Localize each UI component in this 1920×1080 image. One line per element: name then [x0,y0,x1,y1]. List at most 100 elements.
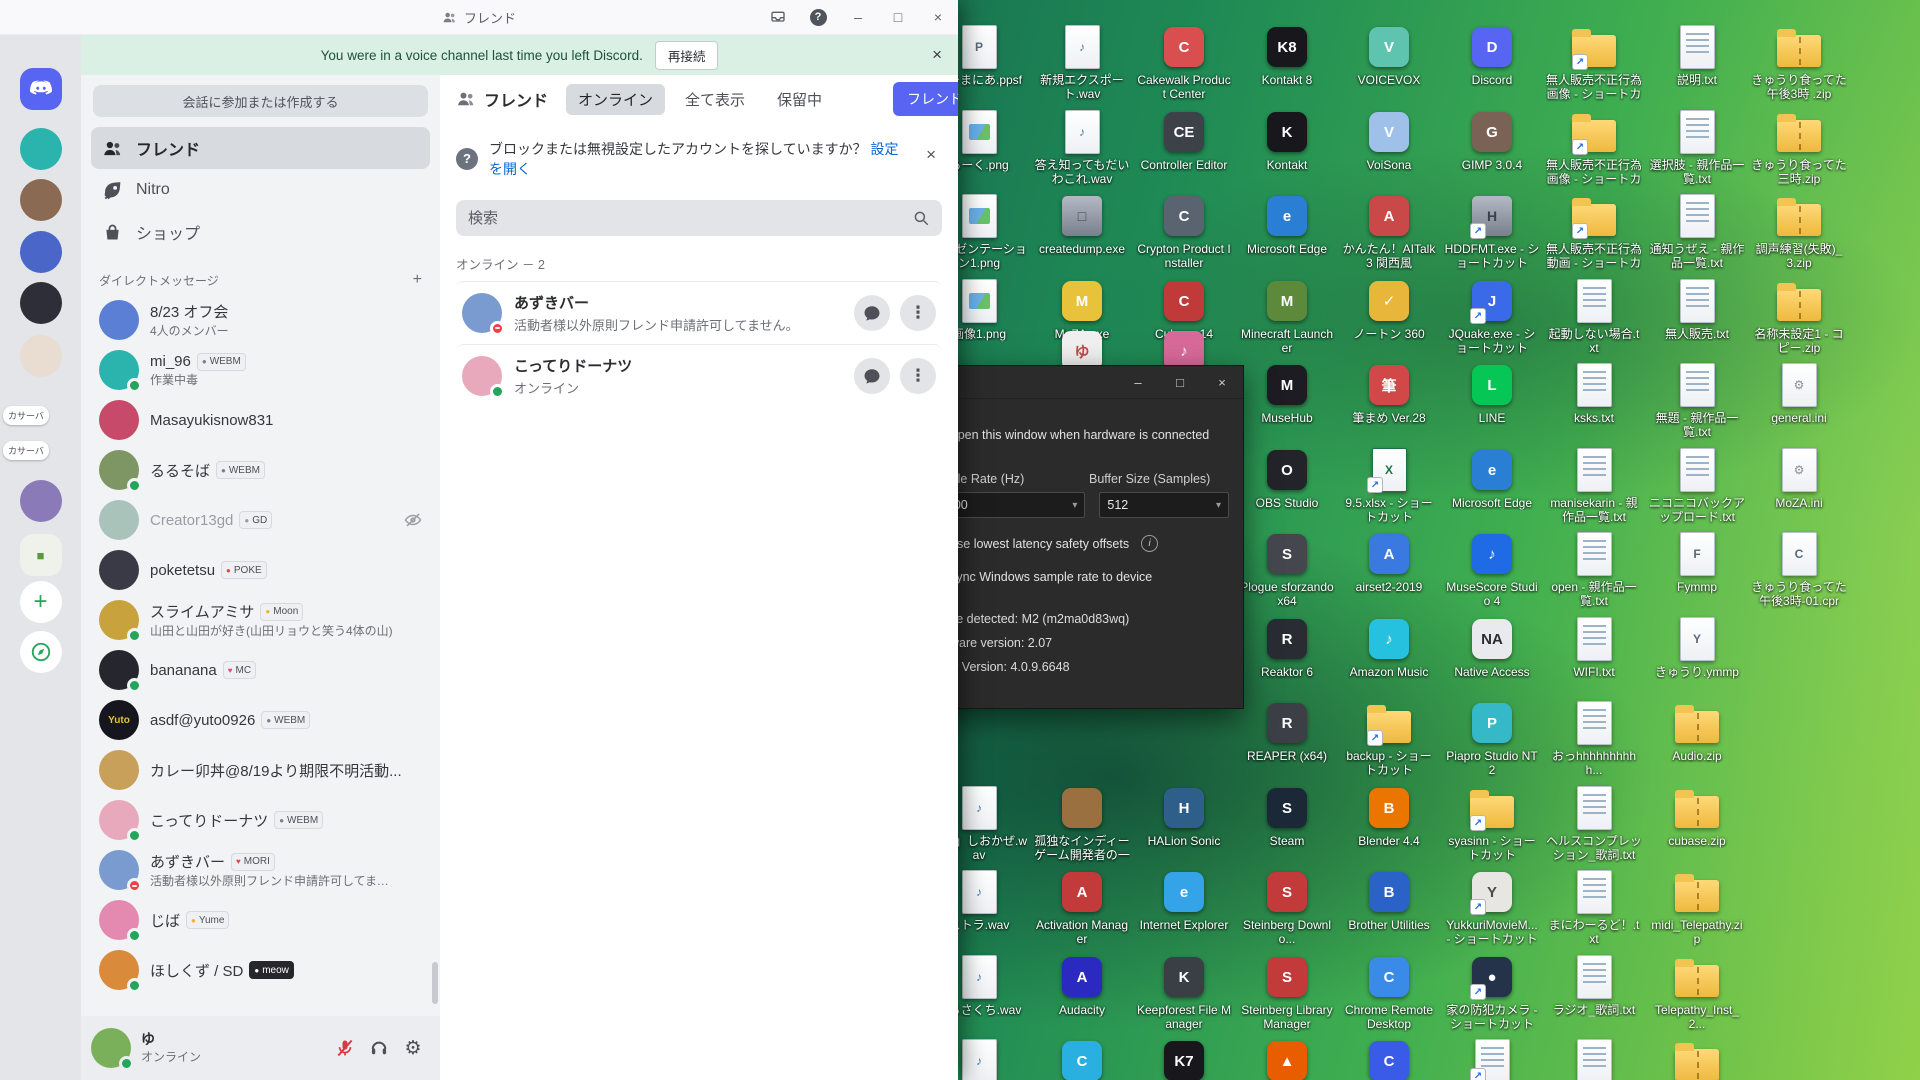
dm-list-item[interactable]: こってりドーナツ●WEBM [91,795,430,845]
desktop-icon[interactable]: VVOICEVOX [1341,25,1437,87]
desktop-icon[interactable]: VVoiSona [1341,110,1437,172]
avatar[interactable] [91,1028,131,1068]
sidebar-item-shop[interactable]: ショップ [91,211,430,253]
desktop-icon[interactable]: MMuseHub [1239,363,1335,425]
more-button[interactable]: ⋮ [900,358,936,394]
eye-slash-icon[interactable] [404,511,422,529]
desktop-icon[interactable]: ♪答え知ってもだいわこれ.wav [1034,110,1130,187]
discord-home-button[interactable] [20,68,62,110]
desktop-icon[interactable]: □createdump.exe [1034,194,1130,256]
desktop-icon[interactable]: 孤独なインディーゲーム開発者の一生... [1034,786,1130,864]
desktop-icon[interactable]: AActivation Manager [1034,870,1130,947]
desktop-icon[interactable]: 筆筆まめ Ver.28 [1341,363,1437,425]
desktop-icon[interactable]: PPiapro Studio NT2 [1444,701,1540,778]
desktop-icon[interactable]: ↗万引きメモ.txt - ショートカット [1444,1039,1540,1080]
dm-list-item[interactable]: スライムアミサ●Moon山田と山田が好き(山田リョウと笑う4体の山) [91,595,430,645]
desktop-icon[interactable]: KKeepforest File Manager [1136,955,1232,1032]
message-button[interactable] [854,358,890,394]
desktop-icon[interactable]: SPlogue sforzando x64 [1239,532,1335,609]
dm-list-item[interactable]: あずきバー♥MORI活動者様以外原則フレンド申請許可してません。 [91,845,430,895]
dialog-close-button[interactable]: × [1201,366,1243,398]
desktop-icon[interactable]: H↗HDDFMT.exe - ショートカット [1444,194,1540,271]
server-avatar[interactable] [20,480,62,522]
desktop-icon[interactable]: eInternet Explorer [1136,870,1232,932]
dm-list-item[interactable]: 8/23 オフ会4人のメンバー [91,295,430,345]
desktop-icon[interactable]: ↗backup - ショートカット [1341,701,1437,778]
desktop-icon[interactable]: 通知うぜえ - 親作品一覧.txt [1649,194,1745,271]
desktop-icon[interactable]: X↗9.5.xlsx - ショートカット [1341,448,1437,525]
friend-row[interactable]: こってりドーナツオンライン⋮ [456,344,942,407]
desktop-icon[interactable]: ↗無人販売不正行為動画 - ショートカット [1546,194,1642,272]
dm-list-item[interactable]: ほしくず / SD●meow [91,945,430,995]
desktop-icon[interactable]: RREAPER (x64) [1239,701,1335,763]
desktop-icon[interactable]: HHALion Sonic [1136,786,1232,848]
desktop-icon[interactable]: ↗syasinn - ショートカット [1444,786,1540,863]
desktop-icon[interactable]: ♪新規エクスポート.wav [1034,25,1130,102]
friend-row[interactable]: あずきバー活動者様以外原則フレンド申請許可してません。⋮ [456,281,942,344]
desktop-icon[interactable]: Telepathy_Inst_2... [1649,955,1745,1032]
desktop-icon[interactable]: K7Kontakt 7 [1136,1039,1232,1080]
desktop-icon[interactable]: GGIMP 3.0.4 [1444,110,1540,172]
message-button[interactable] [854,295,890,331]
desktop-icon[interactable]: CCakewalk Product Center [1136,25,1232,102]
dialog-maximize-button[interactable]: □ [1159,366,1201,398]
dialog-minimize-button[interactable]: – [1117,366,1159,398]
create-dm-icon[interactable]: + [413,271,422,289]
desktop-icon[interactable]: eMicrosoft Edge [1444,448,1540,510]
desktop-icon[interactable]: 起動しない場合.txt [1546,279,1642,356]
mic-muted-icon[interactable] [328,1031,362,1065]
desktop-icon[interactable]: CCrypton Product Installer [1136,194,1232,271]
desktop-icon[interactable]: 名称未設定1 - コピー.zip [1751,279,1847,356]
desktop-icon[interactable]: まにわーるど！.txt [1546,870,1642,947]
dm-list-item[interactable]: mi_96●WEBM作業中毒 [91,345,430,395]
desktop-icon[interactable]: ↗無人販売不正行為画像 - ショートカッ... [1546,25,1642,103]
desktop-icon[interactable]: BBlender 4.4 [1341,786,1437,848]
notice-close-icon[interactable]: × [926,143,936,168]
desktop-icon[interactable]: ヘルスコンプレッション_歌詞.txt [1546,786,1642,863]
desktop-icon[interactable]: 説明.txt [1649,25,1745,87]
desktop-icon[interactable]: ▲VLC media player [1239,1039,1335,1080]
server-avatar[interactable] [20,231,62,273]
desktop-icon[interactable]: AAudacity [1034,955,1130,1017]
desktop-icon[interactable]: ✓ノートン 360 [1341,279,1437,341]
dm-list-item[interactable]: るるそば●WEBM [91,445,430,495]
gear-icon[interactable]: ⚙ [396,1031,430,1065]
desktop-icon[interactable]: 選択肢 - 親作品一覧.txt [1649,110,1745,187]
desktop-icon[interactable]: ↗無人販売不正行為画像 - ショートカット [1546,110,1642,188]
server-avatar[interactable] [20,282,62,324]
desktop-icon[interactable]: ksks.txt [1546,363,1642,425]
desktop-icon[interactable]: MMinecraft Launcher [1239,279,1335,356]
desktop-icon[interactable]: きゅうり食ってた午後3時 .zip [1751,25,1847,102]
desktop-icon[interactable]: BBrother Utilities [1341,870,1437,932]
desktop-icon[interactable]: cubase.zip [1649,786,1745,848]
dm-list-item[interactable]: Yutoasdf@yuto0926●WEBM [91,695,430,745]
desktop-icon[interactable]: ニコニコバックアップロード.txt [1649,448,1745,525]
desktop-icon[interactable]: LLINE [1444,363,1540,425]
desktop-icon[interactable]: きゅうり食ってた三時.zip [1751,110,1847,187]
dm-list-item[interactable]: カレー卯丼@8/19より期限不明活動... [91,745,430,795]
desktop-icon[interactable]: おっhhhhhhhhhh... [1546,701,1642,778]
desktop-icon[interactable]: J↗JQuake.exe - ショートカット [1444,279,1540,356]
join-or-create-button[interactable]: 会話に参加または作成する [93,85,428,117]
dm-list-item[interactable]: じば●Yume [91,895,430,945]
desktop-icon[interactable]: WIFI.txt [1546,617,1642,679]
desktop-icon[interactable]: CCakewalk Next [1034,1039,1130,1080]
desktop-icon[interactable]: FFymmp [1649,532,1745,594]
explore-servers-button[interactable] [20,631,62,673]
desktop-icon[interactable]: DDiscord [1444,25,1540,87]
desktop-icon[interactable]: ⚙general.ini [1751,363,1847,425]
sidebar-item-friends[interactable]: フレンド [91,127,430,169]
buffer-size-dropdown[interactable]: 512 ▾ [1099,492,1229,518]
banner-close-icon[interactable]: × [932,45,942,65]
desktop-icon[interactable]: KKontakt [1239,110,1335,172]
desktop-icon[interactable]: ♪MuseScore Studio 4 [1444,532,1540,609]
desktop-icon[interactable]: ラジオ_歌詞.txt [1546,955,1642,1017]
add-friend-button[interactable]: フレンドに追加 [893,82,958,116]
desktop-icon[interactable]: open - 親作品一覧.txt [1546,532,1642,609]
desktop-icon[interactable]: ♪Amazon Music [1341,617,1437,679]
desktop-icon[interactable]: SSteinberg Downlo... [1239,870,1335,947]
server-avatar[interactable]: ■ [20,534,62,576]
sidebar-item-nitro[interactable]: Nitro [91,169,430,211]
desktop-icon[interactable]: Audio.zip [1649,701,1745,763]
server-avatar[interactable] [20,179,62,221]
